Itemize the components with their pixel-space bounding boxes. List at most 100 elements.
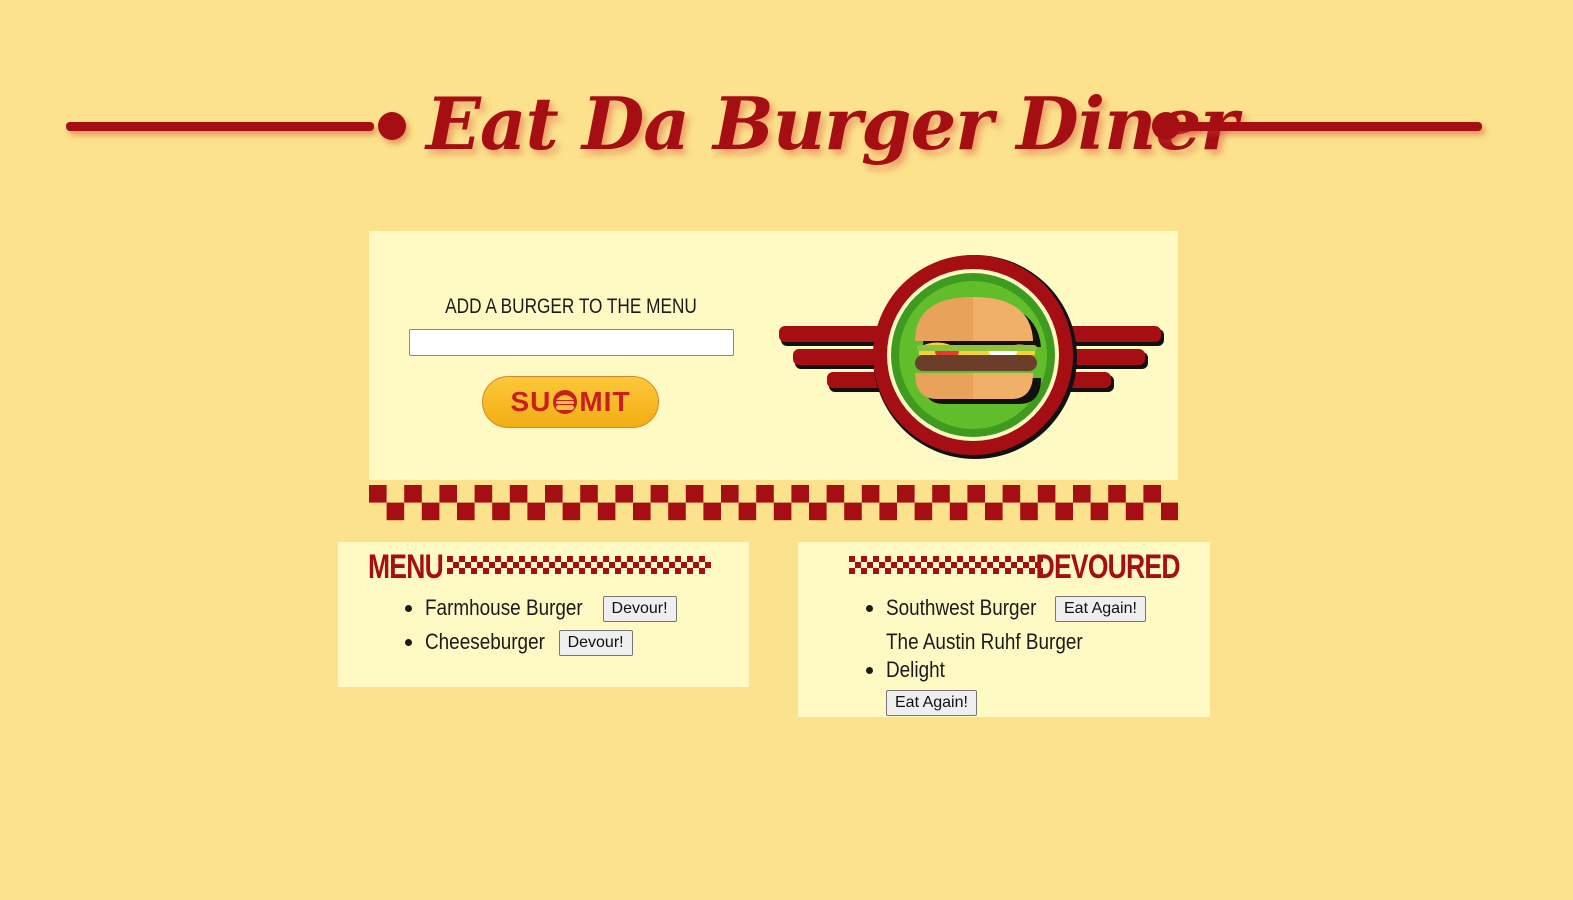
checker-square bbox=[447, 556, 453, 562]
add-burger-panel: ADD A BURGER TO THE MENU SU MIT bbox=[369, 231, 1178, 480]
burger-icon bbox=[553, 390, 578, 414]
list-item: Farmhouse Burger Devour! bbox=[425, 594, 725, 623]
checker-square bbox=[939, 562, 945, 568]
checker-square bbox=[999, 562, 1005, 568]
checker-square bbox=[495, 568, 501, 574]
checker-square bbox=[957, 568, 963, 574]
checker-square bbox=[627, 556, 633, 562]
list-item: The Austin Ruhf Burger Delight Eat Again… bbox=[886, 628, 1176, 717]
menu-heading: MENU bbox=[368, 548, 444, 586]
checker-square bbox=[483, 568, 489, 574]
checker-square bbox=[705, 562, 711, 568]
checker-square bbox=[1125, 502, 1144, 521]
checker-square bbox=[597, 502, 616, 521]
checker-square bbox=[693, 562, 699, 568]
checker-square bbox=[885, 556, 891, 562]
checker-square bbox=[873, 568, 879, 574]
checker-square bbox=[483, 556, 489, 562]
checker-square bbox=[495, 556, 501, 562]
eat-again-button[interactable]: Eat Again! bbox=[886, 690, 977, 717]
submit-button[interactable]: SU MIT bbox=[482, 376, 659, 428]
checker-square bbox=[699, 568, 705, 574]
eat-again-button[interactable]: Eat Again! bbox=[1055, 596, 1146, 623]
checker-square bbox=[687, 568, 693, 574]
checker-square bbox=[945, 568, 951, 574]
menu-panel: MENU Farmhouse Burger Devour! Cheeseburg… bbox=[338, 542, 749, 687]
checker-square bbox=[861, 485, 880, 503]
checker-square bbox=[981, 568, 987, 574]
checker-square bbox=[1108, 485, 1126, 503]
checker-square bbox=[609, 562, 615, 568]
checker-square bbox=[897, 556, 903, 562]
checker-square bbox=[585, 562, 591, 568]
checker-square bbox=[651, 568, 657, 574]
checker-square bbox=[597, 562, 603, 568]
checker-square bbox=[615, 556, 621, 562]
checker-square bbox=[459, 568, 465, 574]
checker-square bbox=[844, 502, 862, 521]
checker-square bbox=[985, 502, 1003, 521]
checker-square bbox=[885, 568, 891, 574]
checker-square bbox=[675, 556, 681, 562]
burger-name: Farmhouse Burger bbox=[425, 595, 583, 620]
checker-square bbox=[879, 502, 897, 521]
checker-square bbox=[951, 562, 957, 568]
checker-square bbox=[897, 485, 915, 503]
checker-square bbox=[849, 556, 855, 562]
checker-square bbox=[687, 556, 693, 562]
checker-square bbox=[603, 568, 609, 574]
checker-square bbox=[459, 556, 465, 562]
checker-square bbox=[663, 556, 669, 562]
checker-square bbox=[1017, 568, 1023, 574]
checker-square bbox=[826, 485, 845, 503]
checker-square bbox=[914, 502, 933, 521]
checker-square bbox=[1029, 568, 1035, 574]
checker-square bbox=[1055, 502, 1073, 521]
checker-square bbox=[492, 502, 510, 521]
checker-square bbox=[421, 502, 440, 521]
menu-list: Farmhouse Burger Devour! Cheeseburger De… bbox=[425, 594, 725, 662]
checker-square bbox=[561, 562, 567, 568]
checker-square bbox=[855, 562, 861, 568]
checker-square bbox=[969, 568, 975, 574]
checker-square bbox=[861, 568, 867, 574]
checker-divider bbox=[369, 485, 1178, 521]
checker-square bbox=[519, 568, 525, 574]
devour-button[interactable]: Devour! bbox=[558, 630, 633, 657]
checker-square bbox=[465, 562, 471, 568]
checker-square bbox=[639, 568, 645, 574]
checker-square bbox=[1161, 502, 1178, 521]
checker-square bbox=[509, 485, 528, 503]
checker-square bbox=[621, 562, 627, 568]
checker-square bbox=[993, 556, 999, 562]
checker-square bbox=[579, 556, 585, 562]
checker-square bbox=[507, 556, 513, 562]
submit-label-start: SU bbox=[510, 386, 552, 417]
devoured-checker-decoration bbox=[849, 556, 1043, 574]
checker-square bbox=[791, 485, 809, 503]
checker-square bbox=[404, 485, 422, 503]
checker-square bbox=[1011, 562, 1017, 568]
checker-square bbox=[567, 556, 573, 562]
checker-square bbox=[945, 556, 951, 562]
checker-square bbox=[969, 556, 975, 562]
checker-square bbox=[1002, 485, 1021, 503]
checker-square bbox=[580, 485, 598, 503]
devour-button[interactable]: Devour! bbox=[602, 596, 677, 623]
burger-name-input[interactable] bbox=[409, 329, 734, 356]
add-burger-label: ADD A BURGER TO THE MENU bbox=[445, 295, 697, 318]
site-header: Eat Da Burger Diner bbox=[66, 64, 1482, 194]
checker-square bbox=[562, 502, 581, 521]
checker-square bbox=[669, 562, 675, 568]
devoured-list: Southwest Burger Eat Again! The Austin R… bbox=[886, 594, 1176, 722]
checker-square bbox=[1143, 485, 1161, 503]
checker-square bbox=[981, 556, 987, 562]
checker-square bbox=[471, 556, 477, 562]
checker-square bbox=[579, 568, 585, 574]
checker-square bbox=[703, 502, 721, 521]
checker-square bbox=[645, 562, 651, 568]
checker-square bbox=[513, 562, 519, 568]
checker-square bbox=[1037, 485, 1056, 503]
checker-square bbox=[773, 502, 792, 521]
checker-square bbox=[650, 485, 669, 503]
